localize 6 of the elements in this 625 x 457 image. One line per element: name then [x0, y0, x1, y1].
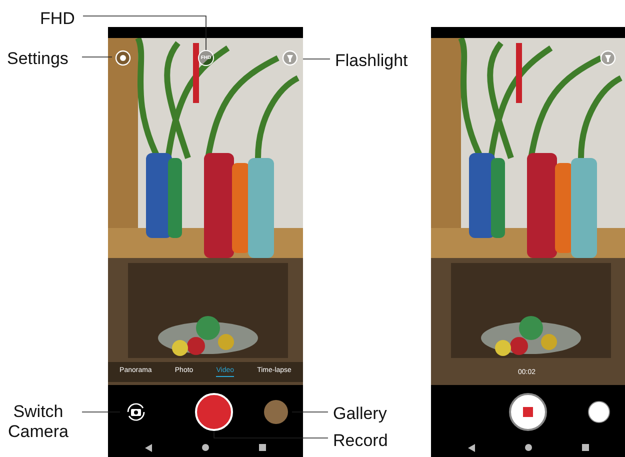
callout-label: Settings [7, 49, 68, 69]
callout-label: Flashlight [335, 51, 408, 71]
callout-label: Gallery [333, 404, 387, 424]
callout-label: Record [333, 431, 388, 451]
callout-label: FHD [40, 9, 75, 29]
callout-label: Switch Camera [8, 402, 68, 442]
